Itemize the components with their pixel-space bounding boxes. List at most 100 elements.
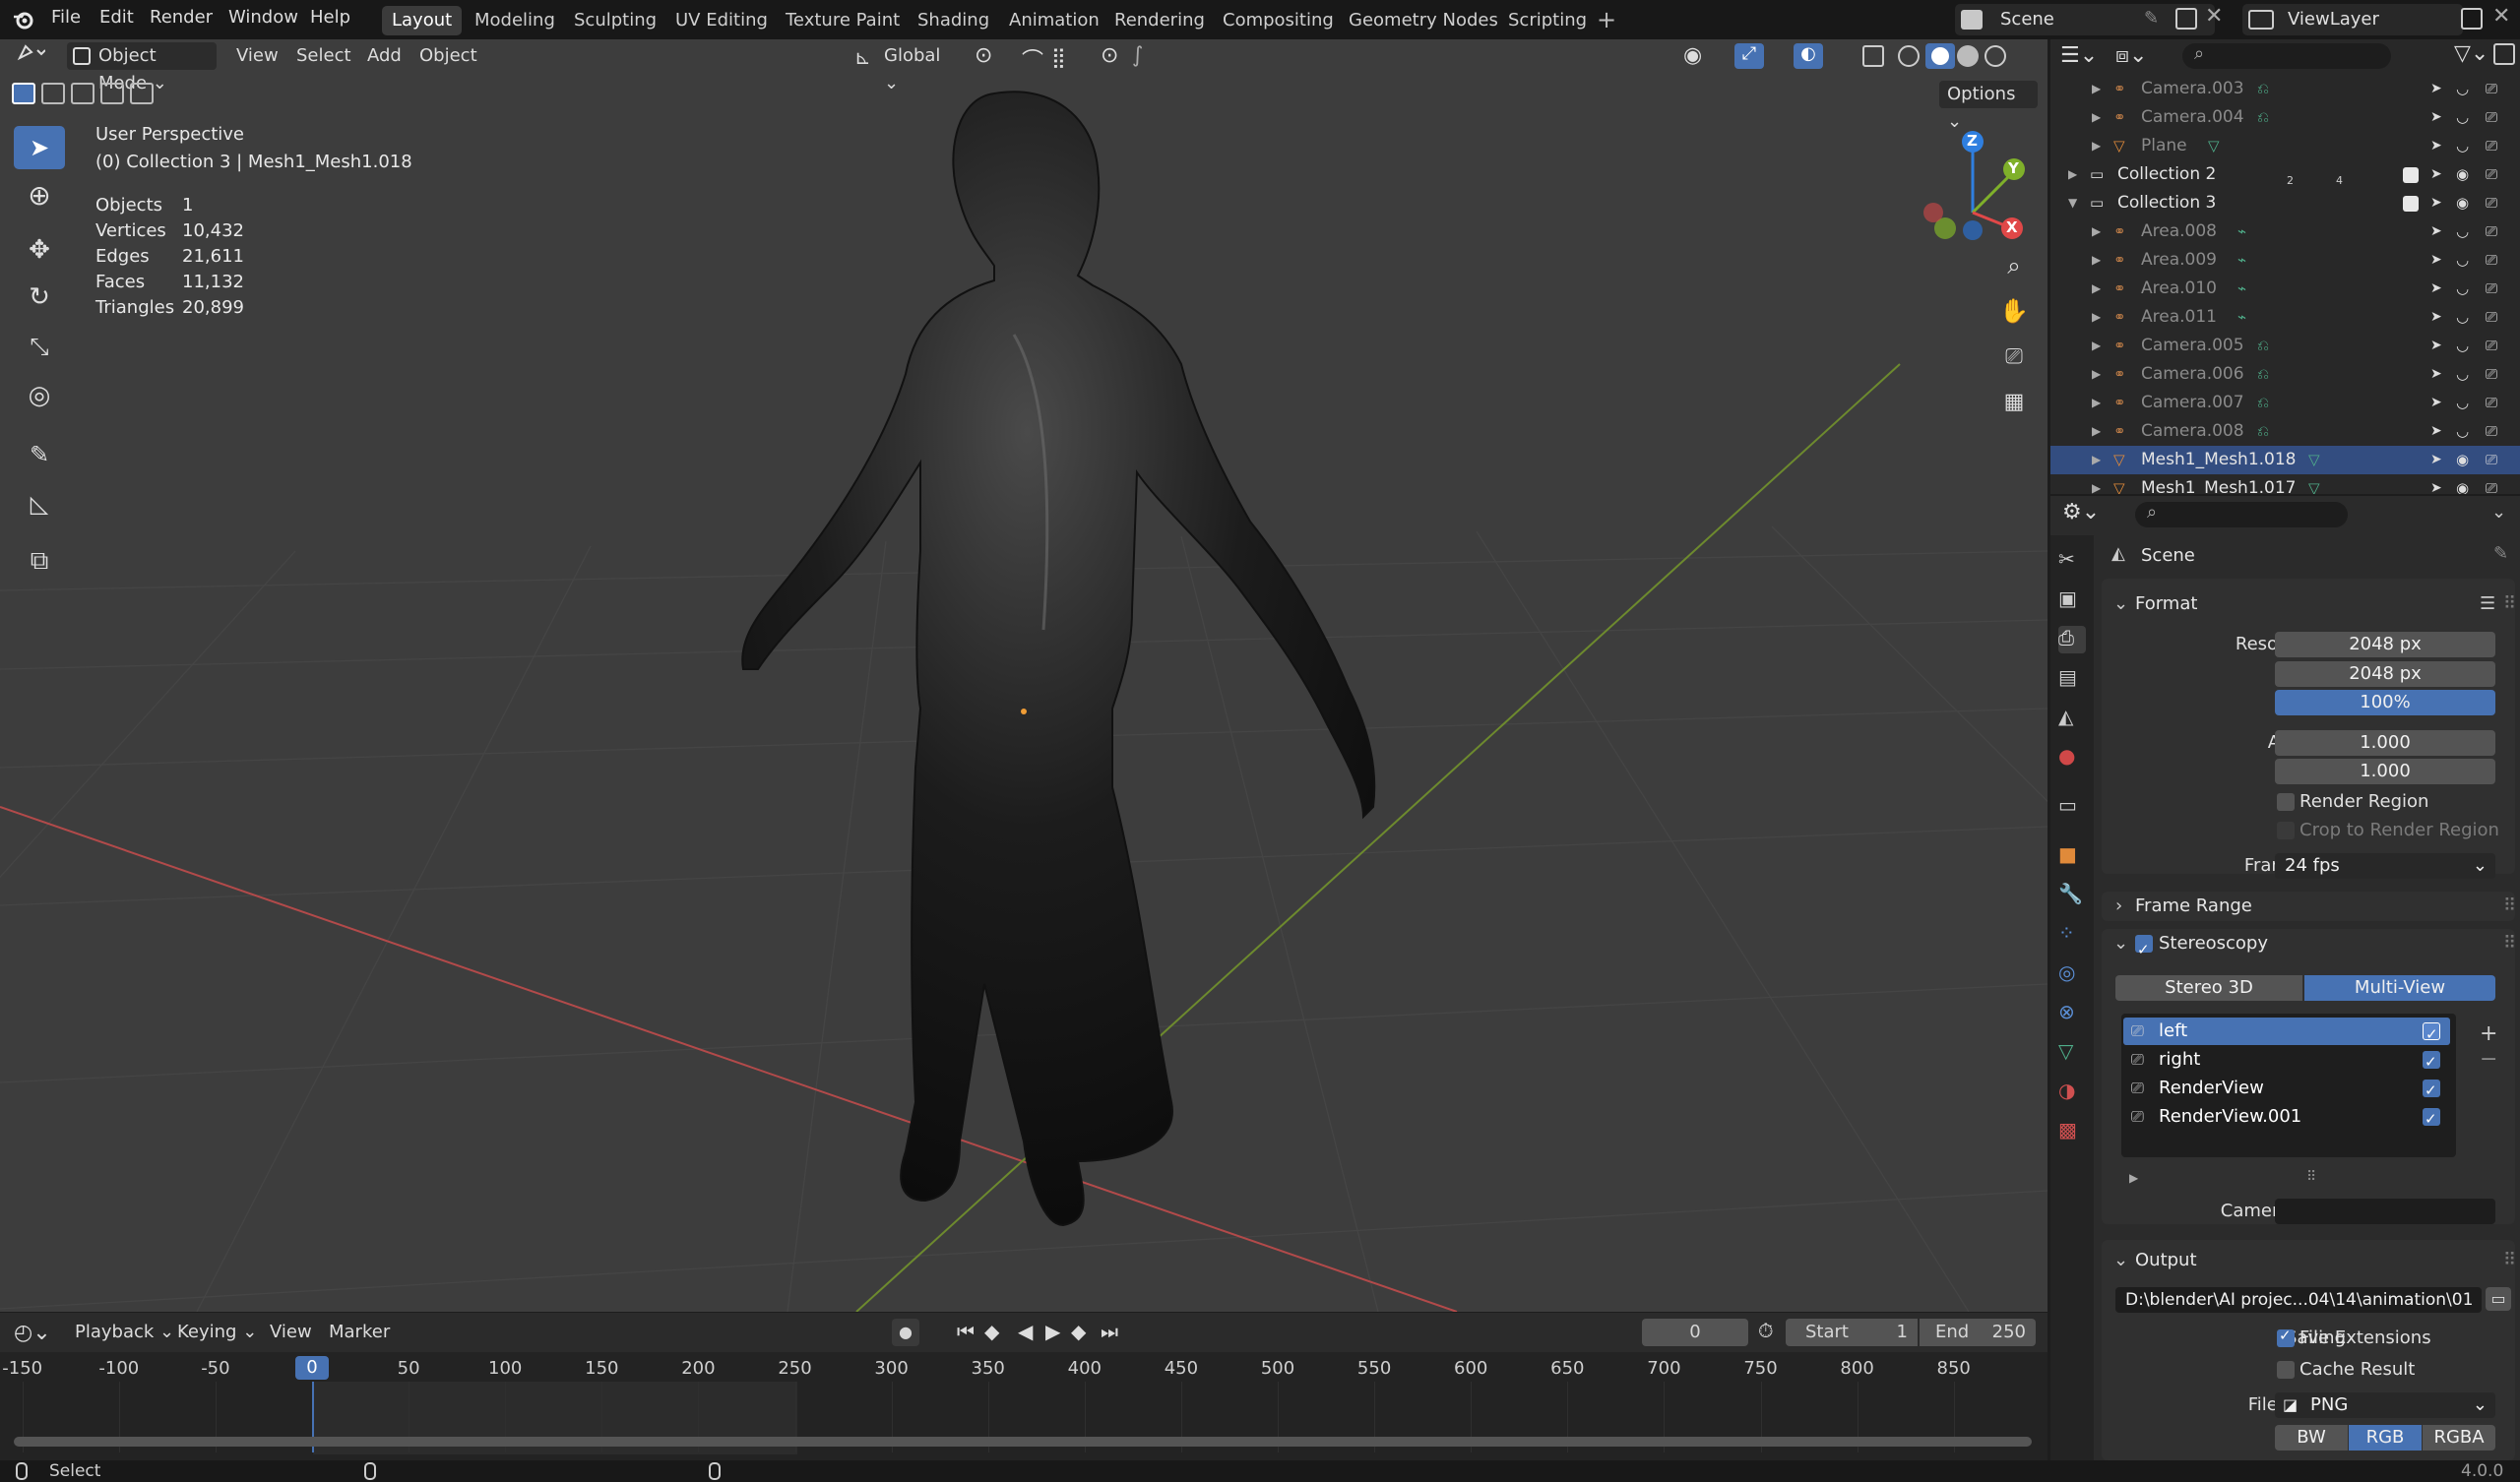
outliner-row[interactable]: ▶ ⚭ Camera.007 ⎌ ➤ ◡ ⎚ (2050, 389, 2520, 417)
camera-suffix-field[interactable] (2275, 1199, 2495, 1224)
render-camera-icon[interactable]: ⎚ (2486, 246, 2497, 275)
tab-constraints[interactable]: ⊗ (2058, 1000, 2086, 1027)
view-list-item[interactable]: ⎚ right (2123, 1046, 2450, 1076)
menu-file[interactable]: File (51, 7, 81, 28)
outliner-row[interactable]: ▶ ⚭ Camera.005 ⎌ ➤ ◡ ⎚ (2050, 332, 2520, 360)
aspect-x-field[interactable]: 1.000 (2275, 730, 2495, 756)
prev-keyframe-icon[interactable]: ◆ (984, 1320, 999, 1343)
outliner-row[interactable]: ▶ ⚭ Camera.006 ⎌ ➤ ◡ ⎚ (2050, 360, 2520, 389)
color-rgba-button[interactable]: RGBA (2423, 1425, 2495, 1451)
render-camera-icon[interactable]: ⎚ (2486, 217, 2497, 246)
tab-layout[interactable]: Layout (382, 6, 463, 35)
collection-checkbox[interactable] (2403, 196, 2419, 212)
resolution-percent-field[interactable]: 100% (2275, 690, 2495, 715)
file-format-dropdown[interactable]: ◪ PNG ⌄ (2275, 1392, 2495, 1418)
stereoscopy-header[interactable]: ⌄ Stereoscopy ⠿ (2106, 926, 2519, 967)
camera-data-icon[interactable]: ⎌ (2257, 417, 2269, 446)
selectable-arrow-icon[interactable]: ➤ (2430, 446, 2442, 474)
menu-window[interactable]: Window (228, 7, 298, 28)
pin-icon[interactable]: ✎ (2144, 8, 2159, 29)
select-subtract-icon[interactable] (71, 83, 94, 104)
gizmo-neg-z[interactable] (1963, 220, 1983, 240)
visibility-icon[interactable]: ◉ (1683, 43, 1702, 68)
selectable-arrow-icon[interactable]: ➤ (2430, 360, 2442, 389)
zoom-button[interactable]: ⌕ (1992, 244, 2036, 287)
selectable-arrow-icon[interactable]: ➤ (2430, 189, 2442, 217)
collapse-arrow-icon[interactable]: ▼ (2068, 189, 2077, 217)
wireframe-shading-icon[interactable] (1898, 45, 1920, 67)
tab-texture[interactable]: ▩ (2058, 1118, 2086, 1145)
selectable-arrow-icon[interactable]: ➤ (2430, 332, 2442, 360)
eye-closed-icon[interactable]: ◡ (2456, 275, 2469, 303)
tab-collection[interactable]: ▭ (2058, 793, 2086, 821)
timeline-scrollbar[interactable] (14, 1437, 2032, 1447)
expand-arrow-icon[interactable]: ▶ (2092, 474, 2101, 494)
tab-view-layer[interactable]: ▤ (2058, 665, 2086, 693)
timeline-editor[interactable]: ◴⌄ Playback ⌄ Keying ⌄ View Marker ● ⏮ ◆… (0, 1313, 2048, 1460)
render-camera-icon[interactable]: ⎚ (2486, 160, 2497, 189)
camera-data-icon[interactable]: ⎌ (2257, 389, 2269, 417)
view-enabled-checkbox[interactable] (2423, 1077, 2440, 1104)
select-intersect-icon[interactable] (130, 83, 154, 104)
mesh-data-icon[interactable]: ▽ (2308, 474, 2320, 494)
render-camera-icon[interactable]: ⎚ (2486, 332, 2497, 360)
expand-arrow-icon[interactable]: ▶ (2092, 75, 2101, 103)
tab-animation[interactable]: Animation (999, 6, 1109, 35)
camera-data-icon[interactable]: ⎌ (2257, 332, 2269, 360)
menu-add[interactable]: Add (359, 42, 410, 70)
multi-view-button[interactable]: Multi-View (2304, 975, 2495, 1001)
view-enabled-checkbox[interactable] (2423, 1048, 2440, 1076)
expand-arrow-icon[interactable]: ▶ (2092, 417, 2101, 446)
view-list-item[interactable]: ⎚ RenderView (2123, 1075, 2450, 1104)
frame-range-header[interactable]: › Frame Range ⠿ (2106, 889, 2519, 924)
menu-view[interactable]: View (270, 1322, 312, 1342)
tab-compositing[interactable]: Compositing (1213, 6, 1344, 35)
tab-output[interactable]: ⎙ (2058, 626, 2086, 653)
outliner[interactable]: ☰⌄ ⧈⌄ ⌕ ▽⌄ ▶ ⚭ Camera.003 ⎌ ➤ ◡ ⎚ ▶ ⚭ Camera.004 ⎌… (2050, 39, 2520, 494)
expand-arrow-icon[interactable]: ▶ (2092, 303, 2101, 332)
eye-closed-icon[interactable]: ◡ (2456, 417, 2469, 446)
add-view-button[interactable]: + (2480, 1021, 2497, 1046)
expand-arrow-icon[interactable]: ▶ (2092, 217, 2101, 246)
view-list-item[interactable]: ⎚ RenderView.001 (2123, 1103, 2450, 1133)
tab-modifiers[interactable]: 🔧 (2058, 882, 2086, 909)
measure-tool[interactable]: ◺ (14, 482, 65, 525)
eye-closed-icon[interactable]: ◡ (2456, 217, 2469, 246)
rotate-tool[interactable]: ↻ (14, 276, 65, 319)
eye-icon[interactable]: ◉ (2456, 446, 2469, 474)
falloff-icon[interactable]: ∫ (1132, 43, 1143, 68)
eye-closed-icon[interactable]: ◡ (2456, 75, 2469, 103)
output-path-field[interactable]: D:\blender\AI projec...04\14\animation\0… (2115, 1287, 2482, 1313)
render-camera-icon[interactable]: ⎚ (2486, 389, 2497, 417)
menu-object[interactable]: Object (411, 42, 485, 70)
expand-arrow-icon[interactable]: ▶ (2092, 103, 2101, 132)
next-keyframe-icon[interactable]: ◆ (1071, 1320, 1086, 1343)
ortho-toggle-button[interactable]: ▦ (1992, 380, 2036, 423)
current-frame-field[interactable]: 0 (1642, 1319, 1748, 1346)
render-camera-icon[interactable]: ⎚ (2486, 75, 2497, 103)
selectable-arrow-icon[interactable]: ➤ (2430, 275, 2442, 303)
tab-particles[interactable]: ⁘ (2058, 921, 2086, 949)
display-mode-icon[interactable]: ⧈⌄ (2115, 43, 2147, 68)
snap-target-icon[interactable]: ⣿ (1051, 45, 1066, 69)
tab-uv-editing[interactable]: UV Editing (665, 6, 778, 35)
selectable-arrow-icon[interactable]: ➤ (2430, 303, 2442, 332)
collapse-arrow-icon[interactable]: ▶ (2068, 160, 2077, 189)
light-data-icon[interactable]: ⌁ (2237, 246, 2246, 275)
light-data-icon[interactable]: ⌁ (2237, 303, 2246, 332)
outliner-row[interactable]: ▶ ⚭ Area.011 ⌁ ➤ ◡ ⎚ (2050, 303, 2520, 332)
resolution-x-field[interactable]: 2048 px (2275, 632, 2495, 657)
new-collection-icon[interactable] (2493, 43, 2515, 65)
annotate-tool[interactable]: ✎ (14, 433, 65, 476)
select-new-icon[interactable] (12, 83, 35, 104)
camera-data-icon[interactable]: ⎌ (2257, 103, 2269, 132)
outliner-search-input[interactable]: ⌕ (2182, 43, 2391, 69)
expand-arrow-icon[interactable]: ▶ (2092, 446, 2101, 474)
selectable-arrow-icon[interactable]: ➤ (2430, 474, 2442, 494)
3d-viewport[interactable]: Object Mode ⌄ View Select Add Object Glo… (0, 39, 2048, 1312)
material-shading-icon[interactable] (1957, 45, 1979, 67)
render-region-checkbox[interactable] (2277, 793, 2295, 811)
pivot-icon[interactable]: ⊙ (975, 43, 992, 68)
expand-arrow-icon[interactable]: ▶ (2092, 360, 2101, 389)
light-data-icon[interactable]: ⌁ (2237, 275, 2246, 303)
